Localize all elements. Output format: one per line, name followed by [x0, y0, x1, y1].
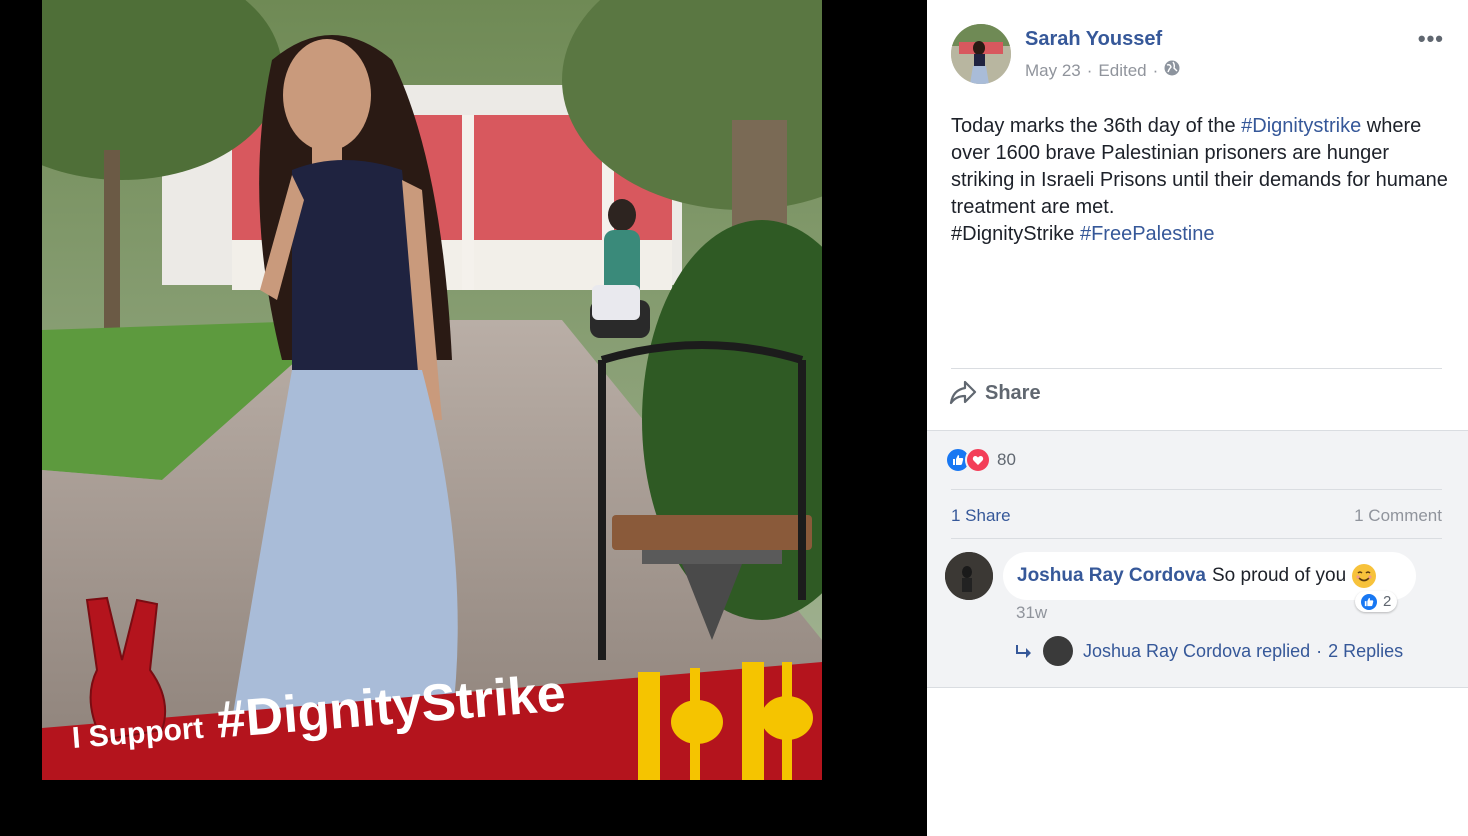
feedback-section: 80 1 Share 1 Comment Joshua Ray Cordova …: [927, 430, 1468, 688]
like-reaction-icon: [1361, 593, 1377, 610]
comments-count-link[interactable]: 1 Comment: [1354, 506, 1442, 526]
post-text: Today marks the 36th day of the #Dignity…: [951, 113, 1451, 248]
post-photo[interactable]: I Support #DignityStrike: [42, 0, 822, 780]
reply-separator: ·: [1316, 640, 1323, 661]
globe-icon[interactable]: [1164, 60, 1180, 81]
share-label: Share: [985, 381, 1041, 404]
replies-summary[interactable]: Joshua Ray Cordova replied · 2 Replies: [1015, 636, 1403, 666]
hashtag-link-freepalestine[interactable]: #FreePalestine: [1080, 223, 1215, 245]
divider: [951, 489, 1442, 490]
author-avatar[interactable]: [951, 24, 1011, 84]
more-options-button[interactable]: •••: [1418, 26, 1444, 52]
divider: [951, 538, 1442, 539]
divider: [951, 368, 1442, 369]
photo-viewer: I Support #DignityStrike: [0, 0, 927, 836]
meta-separator: ·: [1086, 60, 1093, 80]
avatar-image: [951, 24, 1011, 84]
smiling-face-emoji: [1352, 564, 1377, 588]
plain-hashtag: #DignityStrike: [951, 223, 1075, 245]
comment-like-count: 2: [1383, 593, 1392, 610]
love-reaction-icon: [965, 447, 991, 473]
comment-likes-badge[interactable]: 2: [1355, 591, 1398, 612]
post-meta: May 23 · Edited ·: [1025, 60, 1180, 81]
comment-author[interactable]: Joshua Ray Cordova: [1017, 565, 1206, 587]
shares-link[interactable]: 1 Share: [951, 506, 1011, 526]
hashtag-link-dignitystrike[interactable]: #Dignitystrike: [1241, 115, 1361, 137]
reactions-summary[interactable]: 80: [945, 447, 1016, 473]
share-button[interactable]: Share: [949, 380, 1041, 406]
edited-label[interactable]: Edited: [1098, 61, 1146, 81]
post-text-intro: Today marks the 36th day of the: [951, 115, 1242, 137]
post-author-name[interactable]: Sarah Youssef: [1025, 28, 1162, 51]
comment-timestamp[interactable]: 31w: [1016, 603, 1047, 623]
post-sidebar: Sarah Youssef May 23 · Edited · ••• Toda…: [927, 0, 1468, 836]
reply-summary-text: Joshua Ray Cordova replied: [1083, 640, 1311, 661]
replies-count-link[interactable]: 2 Replies: [1328, 641, 1403, 662]
meta-separator: ·: [1152, 60, 1159, 80]
reply-arrow-icon: [1016, 645, 1031, 658]
share-icon: [949, 380, 977, 405]
reaction-count: 80: [997, 450, 1016, 469]
photo-scene: [42, 0, 822, 780]
commenter-avatar-image: [945, 552, 993, 600]
commenter-avatar[interactable]: [945, 552, 993, 600]
post-date[interactable]: May 23: [1025, 61, 1081, 81]
reply-avatar: [1043, 636, 1073, 666]
comment-text: So proud of you: [1212, 565, 1347, 586]
comment-bubble: Joshua Ray Cordova So proud of you: [1003, 552, 1417, 600]
